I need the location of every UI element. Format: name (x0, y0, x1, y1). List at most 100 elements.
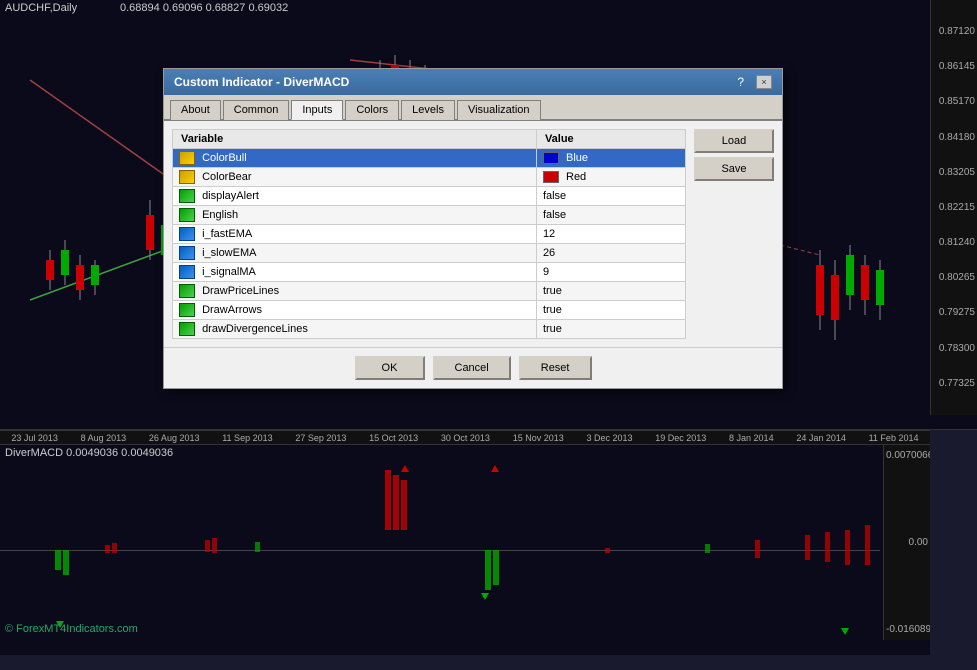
table-row[interactable]: drawDivergenceLines true (173, 320, 686, 339)
date-label-10: 19 Dec 2013 (655, 433, 706, 443)
value-text: 26 (543, 247, 555, 259)
side-buttons: Load Save (694, 129, 774, 339)
tab-common[interactable]: Common (223, 100, 290, 120)
value-text: true (543, 285, 562, 297)
cancel-button[interactable]: Cancel (433, 356, 511, 380)
table-row[interactable]: DrawArrows true (173, 301, 686, 320)
date-label-13: 11 Feb 2014 (869, 433, 919, 443)
variable-name: drawDivergenceLines (202, 323, 308, 335)
date-label-1: 23 Jul 2013 (11, 433, 58, 443)
int-icon (179, 265, 195, 279)
variable-name: i_signalMA (202, 266, 256, 278)
table-cell-variable: i_slowEMA (173, 244, 537, 263)
price-label-6: 0.82215 (933, 202, 975, 213)
price-label-9: 0.79275 (933, 307, 975, 318)
table-cell-value: false (536, 206, 685, 225)
variable-name: DrawArrows (202, 304, 262, 316)
macd-price-label-1: 0.0070066 (886, 450, 928, 461)
table-row[interactable]: ColorBear Red (173, 168, 686, 187)
tab-visualization[interactable]: Visualization (457, 100, 541, 120)
variable-name: displayAlert (202, 190, 259, 202)
price-label-4: 0.84180 (933, 132, 975, 143)
table-cell-variable: DrawPriceLines (173, 282, 537, 301)
tab-inputs[interactable]: Inputs (291, 100, 343, 120)
price-label-5: 0.83205 (933, 167, 975, 178)
variable-name: i_slowEMA (202, 247, 256, 259)
int-icon (179, 227, 195, 241)
table-row[interactable]: i_fastEMA 12 (173, 225, 686, 244)
table-cell-variable: i_signalMA (173, 263, 537, 282)
table-cell-variable: drawDivergenceLines (173, 320, 537, 339)
table-cell-value: true (536, 301, 685, 320)
macd-price-label-3: -0.016089 (886, 624, 928, 635)
price-label-8: 0.80265 (933, 272, 975, 283)
table-row[interactable]: DrawPriceLines true (173, 282, 686, 301)
value-text: true (543, 304, 562, 316)
table-cell-variable: English (173, 206, 537, 225)
macd-title: DiverMACD 0.0049036 0.0049036 (5, 447, 173, 459)
close-button[interactable]: × (756, 75, 772, 89)
dialog-title: Custom Indicator - DiverMACD (174, 75, 349, 89)
table-cell-variable: ColorBear (173, 168, 537, 187)
date-label-6: 15 Oct 2013 (369, 433, 418, 443)
value-text: 9 (543, 266, 549, 278)
table-cell-value: true (536, 320, 685, 339)
dialog-content: Variable Value ColorBull Blue (164, 121, 782, 347)
price-label-7: 0.81240 (933, 237, 975, 248)
bool-icon (179, 322, 195, 336)
date-label-5: 27 Sep 2013 (295, 433, 346, 443)
dialog-titlebar: Custom Indicator - DiverMACD ? × (164, 69, 782, 95)
table-row[interactable]: displayAlert false (173, 187, 686, 206)
value-text: Red (566, 171, 586, 183)
tab-about[interactable]: About (170, 100, 221, 120)
table-row[interactable]: i_slowEMA 26 (173, 244, 686, 263)
ok-button[interactable]: OK (355, 356, 425, 380)
table-cell-value: Red (536, 168, 685, 187)
date-label-8: 15 Nov 2013 (513, 433, 564, 443)
bool-icon (179, 189, 195, 203)
table-cell-value: 9 (536, 263, 685, 282)
color-swatch-bull (543, 152, 559, 164)
dialog-footer: OK Cancel Reset (164, 347, 782, 388)
value-text: false (543, 209, 566, 221)
price-label-3: 0.85170 (933, 96, 975, 107)
help-button[interactable]: ? (737, 75, 744, 89)
color-swatch-bear (543, 171, 559, 183)
date-label-7: 30 Oct 2013 (441, 433, 490, 443)
params-table-area: Variable Value ColorBull Blue (172, 129, 686, 339)
value-text: 12 (543, 228, 555, 240)
date-label-4: 11 Sep 2013 (222, 433, 272, 443)
load-button[interactable]: Load (694, 129, 774, 153)
tab-colors[interactable]: Colors (345, 100, 399, 120)
color-icon (179, 151, 195, 165)
reset-button[interactable]: Reset (519, 356, 592, 380)
date-label-9: 3 Dec 2013 (586, 433, 632, 443)
color-icon (179, 170, 195, 184)
variable-name: DrawPriceLines (202, 285, 279, 297)
price-label-11: 0.77325 (933, 378, 975, 389)
chart-title: AUDCHF,Daily (5, 2, 77, 14)
variable-name: i_fastEMA (202, 228, 252, 240)
table-cell-variable: displayAlert (173, 187, 537, 206)
table-cell-value: Blue (536, 149, 685, 168)
save-button[interactable]: Save (694, 157, 774, 181)
tab-levels[interactable]: Levels (401, 100, 455, 120)
watermark: © ForexMT4Indicators.com (5, 623, 138, 635)
date-label-3: 26 Aug 2013 (149, 433, 200, 443)
table-row[interactable]: i_signalMA 9 (173, 263, 686, 282)
date-label-12: 24 Jan 2014 (796, 433, 846, 443)
table-row[interactable]: ColorBull Blue (173, 149, 686, 168)
int-icon (179, 246, 195, 260)
col-header-variable: Variable (173, 130, 537, 149)
variable-name: ColorBear (202, 171, 252, 183)
macd-price-label-2: 0.00 (886, 537, 928, 548)
value-text: Blue (566, 152, 588, 164)
value-text: true (543, 323, 562, 335)
macd-chart-svg (5, 460, 885, 640)
price-label-10: 0.78300 (933, 343, 975, 354)
table-row[interactable]: English false (173, 206, 686, 225)
price-label-1: 0.87120 (933, 26, 975, 37)
value-text: false (543, 190, 566, 202)
table-cell-variable: DrawArrows (173, 301, 537, 320)
params-table: Variable Value ColorBull Blue (172, 129, 686, 339)
